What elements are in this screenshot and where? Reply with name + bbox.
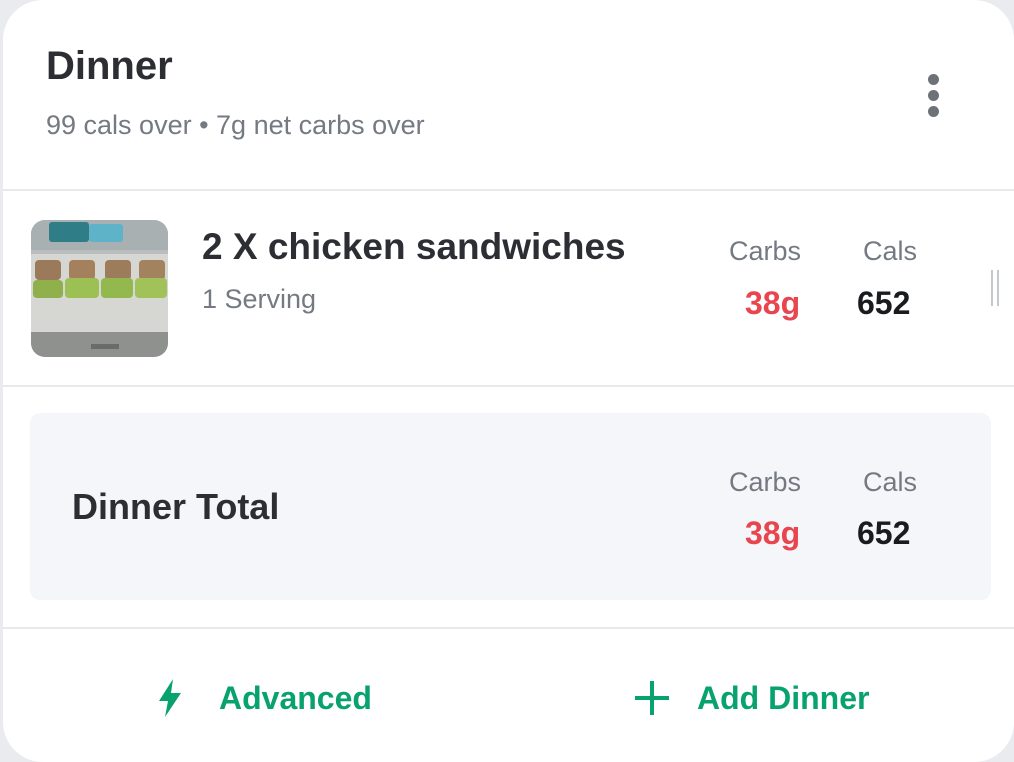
item-cals-label: Cals [863,236,918,266]
food-item-name: 2 X chicken sandwiches [202,226,626,267]
drag-handle-icon[interactable] [991,270,999,306]
food-item-serving: 1 Serving [202,284,317,314]
total-carbs-value: 38g [745,515,801,551]
item-carbs-value: 38g [745,285,801,321]
item-cals-value: 652 [857,285,911,321]
total-carbs-label: Carbs [729,467,802,497]
lightning-icon [155,678,185,718]
add-dinner-button[interactable]: Add Dinner [633,668,869,728]
item-carbs-label: Carbs [729,236,802,266]
meal-title: Dinner [46,44,173,88]
advanced-button[interactable]: Advanced [155,668,372,728]
advanced-label: Advanced [219,679,372,716]
meal-header: Dinner 99 cals over • 7g net carbs over [3,0,1014,190]
food-photo [31,220,168,357]
total-cals-value: 652 [857,515,911,551]
total-cals-label: Cals [863,467,918,497]
add-dinner-label: Add Dinner [697,679,870,716]
divider [3,385,1014,387]
divider [3,627,1014,629]
meal-total-label: Dinner Total [72,486,280,527]
meal-card: Dinner 99 cals over • 7g net carbs over [3,0,1014,762]
plus-icon [633,679,671,717]
more-options-icon[interactable] [913,66,953,126]
meal-summary: 99 cals over • 7g net carbs over [46,110,425,140]
divider [3,189,1014,191]
